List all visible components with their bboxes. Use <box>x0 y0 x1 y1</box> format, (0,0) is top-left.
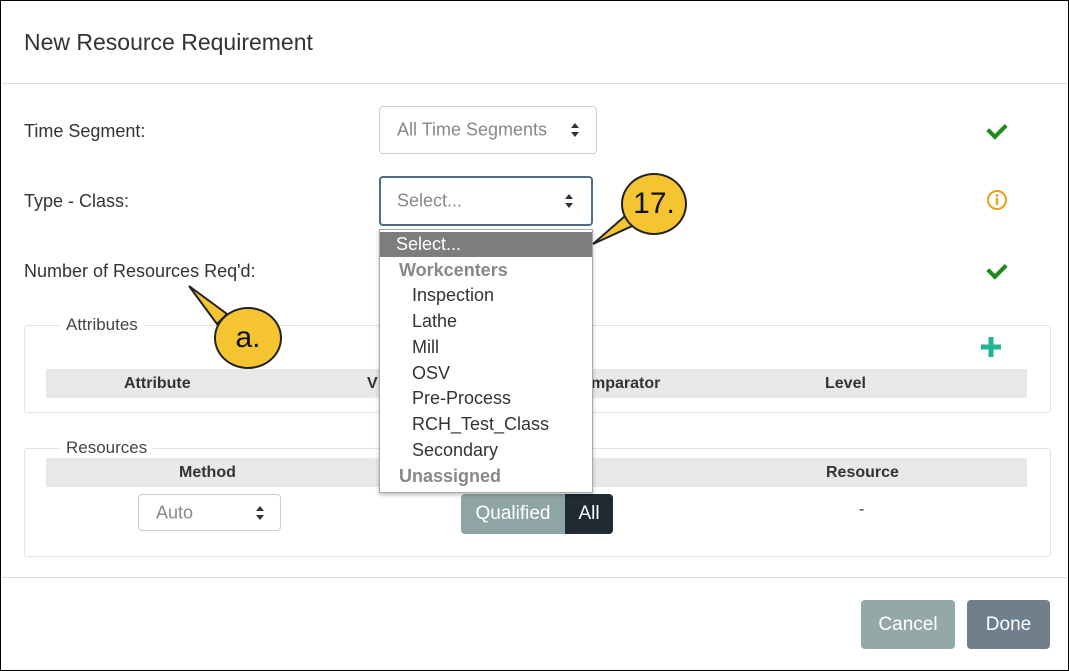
callout-pointers <box>188 207 645 326</box>
note-callout-badge: a. <box>214 307 282 369</box>
step-callout-badge: 17. <box>621 173 687 235</box>
dialog: New Resource Requirement Time Segment: A… <box>0 0 1069 671</box>
